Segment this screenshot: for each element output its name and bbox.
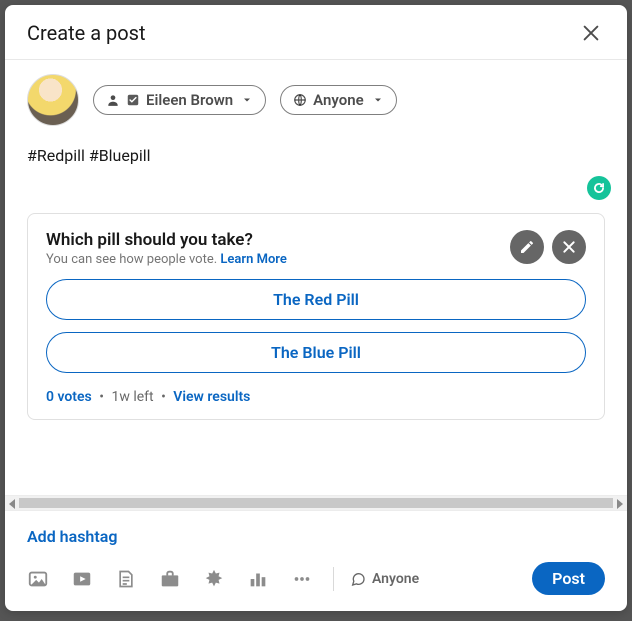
- document-icon: [116, 568, 136, 590]
- globe-icon: [293, 93, 307, 107]
- celebrate-button[interactable]: [203, 568, 225, 590]
- poll-option-2[interactable]: The Blue Pill: [46, 332, 586, 373]
- add-photo-button[interactable]: [27, 568, 49, 590]
- caret-down-icon: [372, 94, 384, 106]
- caret-down-icon: [241, 94, 253, 106]
- avatar[interactable]: [27, 74, 79, 126]
- modal-title: Create a post: [27, 21, 146, 45]
- divider: [333, 567, 334, 591]
- video-icon: [71, 568, 93, 590]
- poll-meta: 0 votes • 1w left • View results: [46, 389, 586, 405]
- post-button[interactable]: Post: [532, 562, 605, 595]
- comment-scope-button[interactable]: Anyone: [350, 571, 419, 587]
- scrollbar-thumb[interactable]: [19, 498, 613, 508]
- author-name: Eileen Brown: [146, 91, 233, 109]
- close-icon: [561, 239, 577, 255]
- poll-actions: [510, 230, 586, 264]
- create-poll-button[interactable]: [247, 568, 269, 590]
- person-icon: [106, 93, 120, 107]
- toolbar: [27, 568, 313, 590]
- modal-body: Eileen Brown Anyone #Redpill #Bluepill W…: [5, 60, 627, 485]
- time-left: 1w left: [111, 389, 153, 405]
- poll-option-1[interactable]: The Red Pill: [46, 279, 586, 320]
- votes-count[interactable]: 0 votes: [46, 389, 92, 405]
- modal-footer: Anyone Post: [5, 554, 627, 611]
- pencil-icon: [519, 239, 535, 255]
- poll-card: Which pill should you take? You can see …: [27, 213, 605, 420]
- visibility-label: Anyone: [313, 91, 364, 109]
- remove-poll-button[interactable]: [552, 230, 586, 264]
- add-hashtag-button[interactable]: Add hashtag: [27, 527, 605, 546]
- post-content[interactable]: #Redpill #Bluepill: [27, 146, 605, 165]
- grammarly-icon: [592, 181, 606, 195]
- image-icon: [27, 568, 49, 590]
- poll-header: Which pill should you take? You can see …: [46, 230, 586, 267]
- learn-more-link[interactable]: Learn More: [220, 252, 286, 267]
- checkbox-icon: [126, 93, 140, 107]
- post-text: #Redpill #Bluepill: [27, 146, 151, 165]
- horizontal-scrollbar[interactable]: [5, 495, 627, 511]
- close-icon: [580, 22, 602, 44]
- more-button[interactable]: [291, 568, 313, 590]
- modal-header: Create a post: [5, 5, 627, 60]
- comment-icon: [350, 571, 366, 587]
- add-document-button[interactable]: [115, 568, 137, 590]
- comment-scope-label: Anyone: [372, 571, 419, 587]
- grammarly-badge[interactable]: [587, 176, 611, 200]
- create-post-modal: Create a post Eileen Brown Anyone #Redpi…: [5, 5, 627, 611]
- close-button[interactable]: [577, 19, 605, 47]
- poll-question: Which pill should you take?: [46, 230, 287, 250]
- edit-poll-button[interactable]: [510, 230, 544, 264]
- author-selector[interactable]: Eileen Brown: [93, 85, 266, 115]
- visibility-selector[interactable]: Anyone: [280, 85, 397, 115]
- author-row: Eileen Brown Anyone: [27, 74, 605, 126]
- starburst-icon: [203, 568, 225, 590]
- add-video-button[interactable]: [71, 568, 93, 590]
- view-results-link[interactable]: View results: [173, 389, 250, 405]
- briefcase-icon: [159, 568, 181, 590]
- poll-icon: [247, 568, 269, 590]
- add-job-button[interactable]: [159, 568, 181, 590]
- ellipsis-icon: [291, 568, 313, 590]
- poll-subtext: You can see how people vote. Learn More: [46, 252, 287, 267]
